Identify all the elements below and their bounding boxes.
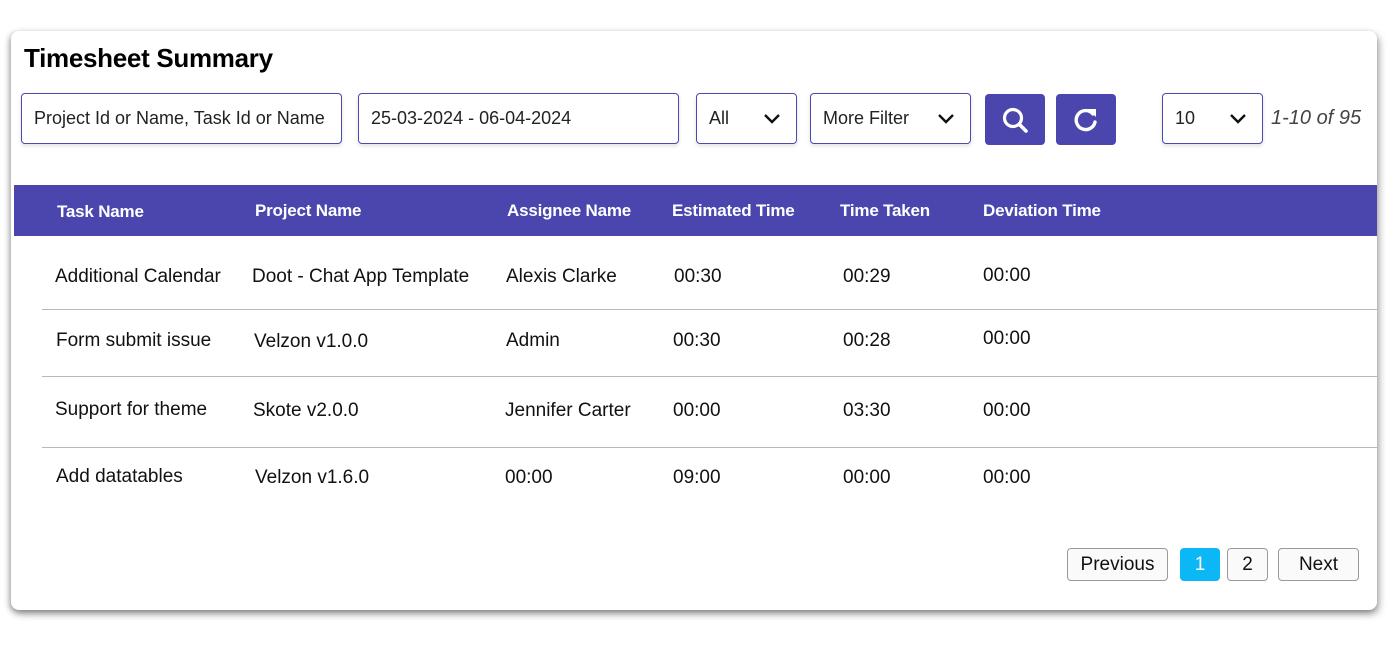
search-icon bbox=[1002, 107, 1028, 133]
cell-deviation-time: 00:00 bbox=[983, 467, 1031, 488]
cell-task-name: Add datatables bbox=[56, 466, 183, 487]
cell-estimated-time: 00:30 bbox=[673, 330, 721, 351]
cell-estimated-time: 00:30 bbox=[674, 266, 722, 287]
cell-task-name: Support for theme bbox=[55, 399, 208, 420]
chevron-down-icon bbox=[1230, 114, 1246, 124]
more-filter-select-value: More Filter bbox=[823, 108, 910, 128]
page-size-value: 10 bbox=[1175, 108, 1196, 128]
header-project-name[interactable]: Project Name bbox=[255, 201, 361, 221]
cell-assignee-name: 00:00 bbox=[505, 467, 553, 488]
chevron-down-icon bbox=[764, 114, 780, 124]
refresh-button[interactable] bbox=[1056, 94, 1116, 145]
cell-task-name: Form submit issue bbox=[56, 330, 212, 351]
status-select[interactable]: All bbox=[696, 93, 797, 144]
cell-time-taken: 00:00 bbox=[843, 467, 891, 488]
table-row[interactable]: Support for theme Skote v2.0.0 Jennifer … bbox=[42, 377, 1377, 448]
page-title: Timesheet Summary bbox=[24, 43, 273, 73]
date-range-input[interactable]: 25-03-2024 - 06-04-2024 bbox=[358, 93, 679, 144]
cell-estimated-time: 09:00 bbox=[673, 467, 721, 488]
page-2-button[interactable]: 2 bbox=[1227, 548, 1268, 581]
cell-deviation-time: 00:00 bbox=[983, 265, 1031, 286]
timesheet-summary-card: Timesheet Summary Project Id or Name, Ta… bbox=[11, 31, 1377, 610]
cell-estimated-time: 00:00 bbox=[673, 400, 721, 421]
more-filter-select[interactable]: More Filter bbox=[810, 93, 971, 144]
header-time-taken[interactable]: Time Taken bbox=[840, 201, 930, 221]
next-page-button[interactable]: Next bbox=[1278, 548, 1359, 581]
header-assignee-name[interactable]: Assignee Name bbox=[507, 201, 631, 221]
chevron-down-icon bbox=[938, 114, 954, 124]
header-task-name[interactable]: Task Name bbox=[57, 202, 144, 222]
cell-assignee-name: Alexis Clarke bbox=[506, 266, 617, 287]
cell-project-name: Skote v2.0.0 bbox=[253, 400, 359, 421]
header-deviation-time[interactable]: Deviation Time bbox=[983, 201, 1101, 221]
previous-page-button[interactable]: Previous bbox=[1067, 548, 1168, 581]
header-estimated-time[interactable]: Estimated Time bbox=[672, 201, 795, 221]
cell-project-name: Velzon v1.6.0 bbox=[255, 467, 370, 488]
cell-project-name: Doot - Chat App Template bbox=[252, 266, 470, 287]
cell-time-taken: 03:30 bbox=[843, 400, 891, 421]
table-row[interactable]: Add datatables Velzon v1.6.0 00:00 09:00… bbox=[42, 448, 1377, 518]
page-size-select[interactable]: 10 bbox=[1162, 93, 1263, 144]
cell-task-name: Additional Calendar bbox=[55, 266, 221, 287]
search-input[interactable]: Project Id or Name, Task Id or Name bbox=[21, 93, 342, 144]
table-row[interactable]: Form submit issue Velzon v1.0.0 Admin 00… bbox=[42, 310, 1377, 377]
cell-time-taken: 00:28 bbox=[843, 330, 891, 351]
date-range-value: 25-03-2024 - 06-04-2024 bbox=[371, 108, 572, 128]
table-row[interactable]: Additional Calendar Doot - Chat App Temp… bbox=[42, 236, 1377, 310]
cell-time-taken: 00:29 bbox=[843, 266, 891, 287]
search-input-placeholder: Project Id or Name, Task Id or Name bbox=[34, 108, 325, 128]
page-1-button[interactable]: 1 bbox=[1180, 548, 1220, 581]
refresh-icon bbox=[1074, 108, 1097, 131]
cell-deviation-time: 00:00 bbox=[983, 400, 1031, 421]
status-select-value: All bbox=[709, 108, 730, 128]
cell-assignee-name: Jennifer Carter bbox=[505, 400, 631, 421]
pagination-range-text: 1-10 of 95 bbox=[1271, 107, 1362, 129]
cell-project-name: Velzon v1.0.0 bbox=[254, 331, 369, 352]
table-header: Task Name Project Name Assignee Name Est… bbox=[14, 185, 1377, 236]
cell-assignee-name: Admin bbox=[506, 330, 560, 351]
cell-deviation-time: 00:00 bbox=[983, 328, 1031, 349]
search-button[interactable] bbox=[985, 94, 1045, 145]
